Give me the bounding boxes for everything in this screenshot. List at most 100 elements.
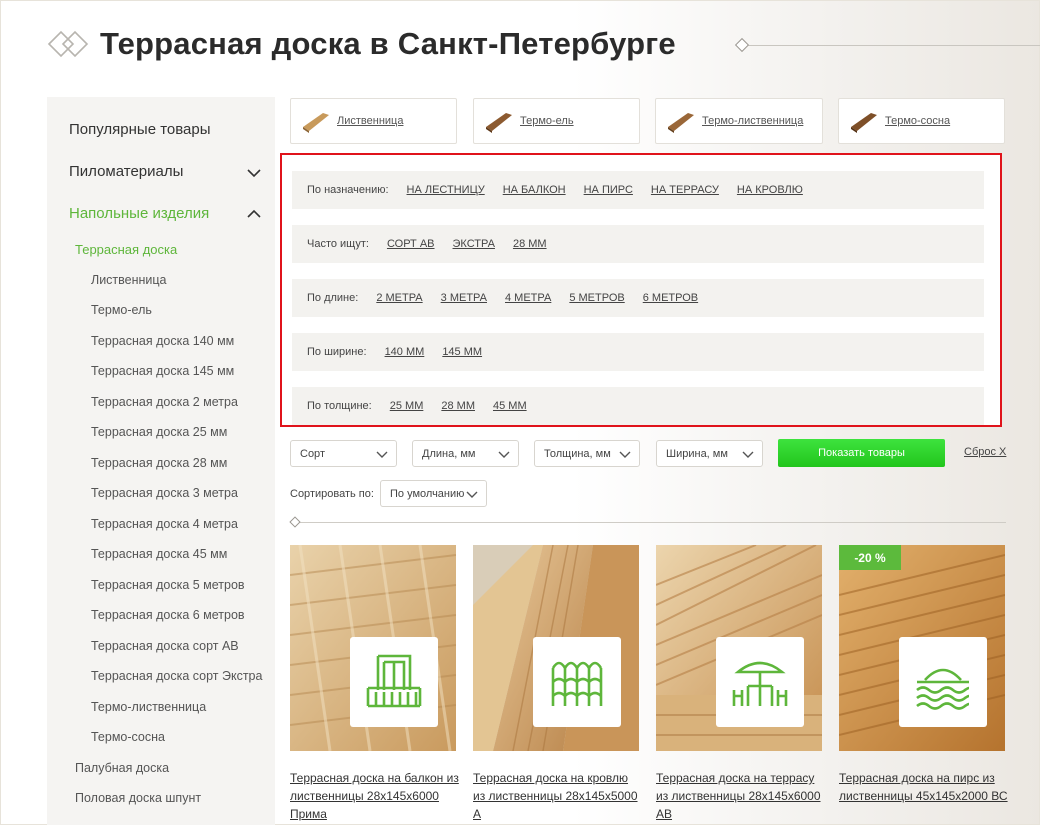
terrace-umbrella-icon bbox=[732, 661, 788, 706]
sidebar: Популярные товары Пиломатериалы Напольны… bbox=[47, 97, 275, 825]
product-card[interactable]: -20 % Террасная доска на пирс из листвен… bbox=[839, 545, 1008, 805]
tag-link[interactable]: НА КРОВЛЮ bbox=[737, 184, 803, 196]
double-diamond-icon bbox=[46, 29, 92, 59]
tag-link[interactable]: 6 МЕТРОВ bbox=[643, 292, 698, 304]
product-card[interactable]: Террасная доска на кровлю из лиственницы… bbox=[473, 545, 639, 823]
tag-row-thickness: По толщине: 25 ММ 28 ММ 45 ММ bbox=[292, 387, 984, 425]
category-card-thermo-pine[interactable]: Термо-сосна bbox=[838, 98, 1005, 144]
tag-row-length: По длине: 2 МЕТРА 3 МЕТРА 4 МЕТРА 5 МЕТР… bbox=[292, 279, 984, 317]
sidebar-item-floor-board[interactable]: Половая доска шпунт bbox=[75, 791, 201, 805]
sidebar-subitem[interactable]: Лиственница bbox=[91, 273, 167, 287]
sidebar-subitem[interactable]: Террасная доска 140 мм bbox=[91, 334, 234, 348]
sidebar-subitem[interactable]: Террасная доска 28 мм bbox=[91, 456, 227, 470]
product-image[interactable] bbox=[290, 545, 456, 751]
sidebar-subitem[interactable]: Террасная доска сорт АВ bbox=[91, 639, 239, 653]
sidebar-item-flooring[interactable]: Напольные изделия bbox=[69, 205, 209, 222]
tag-link[interactable]: НА ЛЕСТНИЦУ bbox=[407, 184, 485, 196]
tag-link[interactable]: 45 ММ bbox=[493, 400, 527, 412]
tag-row-width: По ширине: 140 ММ 145 ММ bbox=[292, 333, 984, 371]
product-image[interactable] bbox=[473, 545, 639, 751]
tag-row-popular: Часто ищут: СОРТ АВ ЭКСТРА 28 ММ bbox=[292, 225, 984, 263]
tag-row-label: По назначению: bbox=[307, 184, 389, 196]
board-thumbnail-icon bbox=[849, 107, 879, 135]
page-title: Террасная доска в Санкт-Петербурге bbox=[100, 26, 676, 61]
sidebar-subitem[interactable]: Террасная доска 45 мм bbox=[91, 547, 227, 561]
select-value: Длина, мм bbox=[422, 447, 476, 460]
product-title[interactable]: Террасная доска на пирс из лиственницы 4… bbox=[839, 769, 1009, 805]
grade-select[interactable]: Сорт bbox=[290, 440, 397, 467]
thickness-select[interactable]: Толщина, мм bbox=[534, 440, 640, 467]
tag-row-label: По длине: bbox=[307, 292, 359, 304]
product-category-badge bbox=[899, 637, 987, 727]
divider-diamond-icon bbox=[289, 516, 301, 528]
product-title[interactable]: Террасная доска на террасу из лиственниц… bbox=[656, 769, 826, 823]
roof-tiles-icon bbox=[551, 661, 603, 706]
reset-filters-link[interactable]: Сброс X bbox=[964, 446, 1006, 458]
select-value: Толщина, мм bbox=[544, 447, 611, 460]
tag-row-label: По ширине: bbox=[307, 346, 367, 358]
pier-waves-icon bbox=[916, 668, 970, 710]
sidebar-item-terrace-board[interactable]: Террасная доска bbox=[75, 242, 177, 257]
product-card[interactable]: Террасная доска на террасу из лиственниц… bbox=[656, 545, 822, 823]
sidebar-subitem[interactable]: Террасная доска 145 мм bbox=[91, 364, 234, 378]
category-label[interactable]: Термо-сосна bbox=[885, 115, 950, 127]
category-label[interactable]: Термо-лиственница bbox=[702, 115, 803, 127]
product-category-badge bbox=[716, 637, 804, 727]
chevron-up-icon[interactable] bbox=[247, 207, 261, 221]
tag-link[interactable]: НА БАЛКОН bbox=[503, 184, 566, 196]
chevron-down-icon bbox=[498, 448, 510, 460]
sidebar-subitem[interactable]: Террасная доска 5 метров bbox=[91, 578, 245, 592]
chevron-down-icon[interactable] bbox=[247, 166, 261, 180]
product-title[interactable]: Террасная доска на кровлю из лиственницы… bbox=[473, 769, 643, 823]
sidebar-subitem[interactable]: Террасная доска 4 метра bbox=[91, 517, 238, 531]
product-category-badge bbox=[350, 637, 438, 727]
board-thumbnail-icon bbox=[301, 107, 331, 135]
tag-link[interactable]: 140 ММ bbox=[385, 346, 425, 358]
product-title[interactable]: Террасная доска на балкон из лиственницы… bbox=[290, 769, 460, 823]
sidebar-subitem[interactable]: Террасная доска 3 метра bbox=[91, 486, 238, 500]
chevron-down-icon bbox=[619, 448, 631, 460]
sidebar-subitem[interactable]: Термо-сосна bbox=[91, 730, 165, 744]
show-products-button[interactable]: Показать товары bbox=[778, 439, 945, 467]
sidebar-subitem[interactable]: Термо-ель bbox=[91, 303, 152, 317]
category-label[interactable]: Лиственница bbox=[337, 115, 403, 127]
tag-link[interactable]: 28 ММ bbox=[513, 238, 547, 250]
category-card-thermo-larch[interactable]: Термо-лиственница bbox=[655, 98, 823, 144]
sidebar-item-lumber[interactable]: Пиломатериалы bbox=[69, 163, 183, 180]
sidebar-subitem[interactable]: Террасная доска 25 мм bbox=[91, 425, 227, 439]
sidebar-subitem[interactable]: Термо-лиственница bbox=[91, 700, 206, 714]
product-image[interactable]: -20 % bbox=[839, 545, 1005, 751]
sidebar-subitem[interactable]: Террасная доска 6 метров bbox=[91, 608, 245, 622]
page-header: Террасная доска в Санкт-Петербурге bbox=[46, 24, 676, 64]
select-value: По умолчанию bbox=[390, 487, 465, 500]
board-thumbnail-icon bbox=[666, 107, 696, 135]
select-value: Сорт bbox=[300, 447, 325, 460]
product-image[interactable] bbox=[656, 545, 822, 751]
width-select[interactable]: Ширина, мм bbox=[656, 440, 763, 467]
sidebar-subitem[interactable]: Террасная доска сорт Экстра bbox=[91, 669, 262, 683]
title-divider bbox=[736, 45, 1040, 46]
sidebar-item-popular[interactable]: Популярные товары bbox=[69, 121, 211, 138]
tag-link[interactable]: 145 ММ bbox=[442, 346, 482, 358]
category-label[interactable]: Термо-ель bbox=[520, 115, 574, 127]
tag-link[interactable]: НА ПИРС bbox=[584, 184, 633, 196]
tag-filter-block: По назначению: НА ЛЕСТНИЦУ НА БАЛКОН НА … bbox=[280, 153, 1002, 427]
tag-link[interactable]: 4 МЕТРА bbox=[505, 292, 551, 304]
tag-link[interactable]: ЭКСТРА bbox=[453, 238, 495, 250]
tag-link[interactable]: 2 МЕТРА bbox=[376, 292, 422, 304]
tag-link[interactable]: 5 МЕТРОВ bbox=[569, 292, 624, 304]
tag-link[interactable]: СОРТ АВ bbox=[387, 238, 435, 250]
tag-link[interactable]: 3 МЕТРА bbox=[441, 292, 487, 304]
tag-link[interactable]: 25 ММ bbox=[390, 400, 424, 412]
length-select[interactable]: Длина, мм bbox=[412, 440, 519, 467]
tag-link[interactable]: НА ТЕРРАСУ bbox=[651, 184, 719, 196]
sidebar-item-deck-board[interactable]: Палубная доска bbox=[75, 761, 169, 775]
chevron-down-icon bbox=[742, 448, 754, 460]
sidebar-subitem[interactable]: Террасная доска 2 метра bbox=[91, 395, 238, 409]
section-divider bbox=[300, 522, 1006, 523]
sort-select[interactable]: По умолчанию bbox=[380, 480, 487, 507]
category-card-thermo-spruce[interactable]: Термо-ель bbox=[473, 98, 640, 144]
product-card[interactable]: Террасная доска на балкон из лиственницы… bbox=[290, 545, 459, 823]
category-card-larch[interactable]: Лиственница bbox=[290, 98, 457, 144]
tag-link[interactable]: 28 ММ bbox=[441, 400, 475, 412]
